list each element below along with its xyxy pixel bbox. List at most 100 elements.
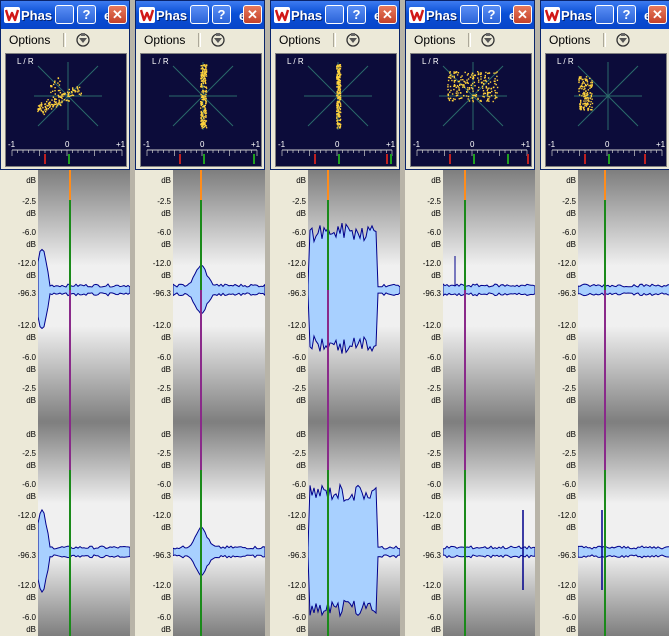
waveform-top-background: [173, 170, 265, 422]
scope-dot: [493, 80, 495, 82]
help-button[interactable]: ?: [347, 5, 366, 24]
menu-separator: [63, 33, 64, 47]
app-logo-icon: [139, 7, 155, 23]
waveform-top-background: [38, 170, 130, 422]
title-bar[interactable]: Phase?✕: [1, 1, 129, 29]
scope-settings-icon[interactable]: [615, 32, 631, 48]
close-button[interactable]: ✕: [108, 5, 127, 24]
scope-dot: [202, 78, 205, 81]
scope-dot: [57, 103, 59, 105]
title-bar[interactable]: Phase?✕: [271, 1, 399, 29]
db-scale-label: -12.0: [287, 581, 306, 590]
scope-dot: [203, 73, 206, 75]
waveform-top-background: [443, 170, 535, 422]
scope-dot: [460, 79, 462, 81]
db-scale-label: dB: [161, 271, 171, 280]
scope-dot: [202, 123, 205, 125]
scope-dot: [66, 91, 69, 93]
db-scale-label: dB: [161, 176, 171, 185]
scope-dot: [587, 107, 589, 109]
scope-dot: [474, 74, 476, 76]
scope-dot: [467, 95, 470, 98]
help-button[interactable]: ?: [482, 5, 501, 24]
scope-dot: [205, 70, 208, 73]
db-scale-label: -6.0: [22, 228, 36, 237]
options-menu[interactable]: Options: [414, 33, 455, 47]
scope-dot: [59, 101, 61, 104]
scope-dot: [473, 94, 475, 97]
scope-dot: [339, 74, 341, 76]
help-button[interactable]: ?: [617, 5, 636, 24]
level-marker: [179, 154, 181, 164]
scope-settings-icon[interactable]: [345, 32, 361, 48]
scope-dot: [456, 94, 459, 96]
scope-settings-icon[interactable]: [75, 32, 91, 48]
scope-dot: [67, 93, 70, 95]
minimize-button[interactable]: [460, 5, 479, 24]
close-button[interactable]: ✕: [513, 5, 532, 24]
scope-dot: [205, 82, 207, 85]
scope-dot: [338, 69, 340, 72]
title-bar[interactable]: Phase?✕: [136, 1, 264, 29]
close-button[interactable]: ✕: [378, 5, 397, 24]
db-scale-label: dB: [566, 209, 576, 218]
scope-settings-icon[interactable]: [210, 32, 226, 48]
scope-dot: [204, 113, 207, 115]
help-button[interactable]: ?: [212, 5, 231, 24]
scope-dot: [589, 103, 592, 106]
scope-dot: [591, 82, 594, 84]
scope-dot: [484, 77, 486, 79]
scope-dot: [205, 101, 208, 103]
scope-settings-icon[interactable]: [480, 32, 496, 48]
db-scale-label: -96.3: [557, 551, 576, 560]
scope-dot: [472, 78, 474, 80]
db-scale-label: dB: [296, 271, 306, 280]
scope-dot: [67, 95, 70, 97]
scope-dot: [578, 90, 580, 93]
options-menu[interactable]: Options: [549, 33, 590, 47]
scope-dot: [467, 98, 469, 100]
scope-dot: [472, 100, 474, 103]
ruler-label: 0: [605, 140, 610, 149]
scope-dot: [72, 94, 75, 97]
scope-dot: [339, 87, 341, 89]
minimize-button[interactable]: [55, 5, 74, 24]
db-scale-label: -12.0: [422, 321, 441, 330]
close-button[interactable]: ✕: [243, 5, 262, 24]
scope-dot: [580, 106, 582, 108]
options-menu[interactable]: Options: [144, 33, 185, 47]
scope-dot: [336, 73, 338, 75]
scope-dot: [47, 99, 49, 101]
scope-dot: [580, 99, 582, 102]
minimize-button[interactable]: [595, 5, 614, 24]
scope-dot: [496, 86, 499, 89]
window-title: Phas: [561, 8, 593, 23]
db-scale-label: -2.5: [562, 197, 576, 206]
minimize-button[interactable]: [190, 5, 209, 24]
scope-dot: [464, 71, 466, 74]
tool-top: [621, 33, 625, 36]
options-menu[interactable]: Options: [279, 33, 320, 47]
scope-dot: [480, 73, 482, 75]
tool-arrow: [214, 38, 222, 43]
tool-top: [216, 33, 220, 36]
close-button[interactable]: ✕: [648, 5, 667, 24]
minimize-button[interactable]: [325, 5, 344, 24]
title-bar[interactable]: Phase?✕: [406, 1, 534, 29]
options-menu[interactable]: Options: [9, 33, 50, 47]
scope-dot: [480, 99, 482, 102]
help-button[interactable]: ?: [77, 5, 96, 24]
db-scale-label: -2.5: [562, 449, 576, 458]
scope-dot: [337, 70, 339, 72]
scope-dot: [338, 112, 340, 114]
scope-dot: [201, 91, 203, 93]
scope-dot: [583, 82, 585, 84]
title-bar[interactable]: Phase?✕: [541, 1, 669, 29]
db-scale-label: -6.0: [157, 613, 171, 622]
scope-dot: [54, 80, 56, 82]
scope-dot: [201, 77, 204, 79]
db-scale-label: -6.0: [427, 613, 441, 622]
db-scale-label: dB: [161, 523, 171, 532]
db-scale-label: dB: [26, 240, 36, 249]
scope-dot: [482, 90, 485, 92]
